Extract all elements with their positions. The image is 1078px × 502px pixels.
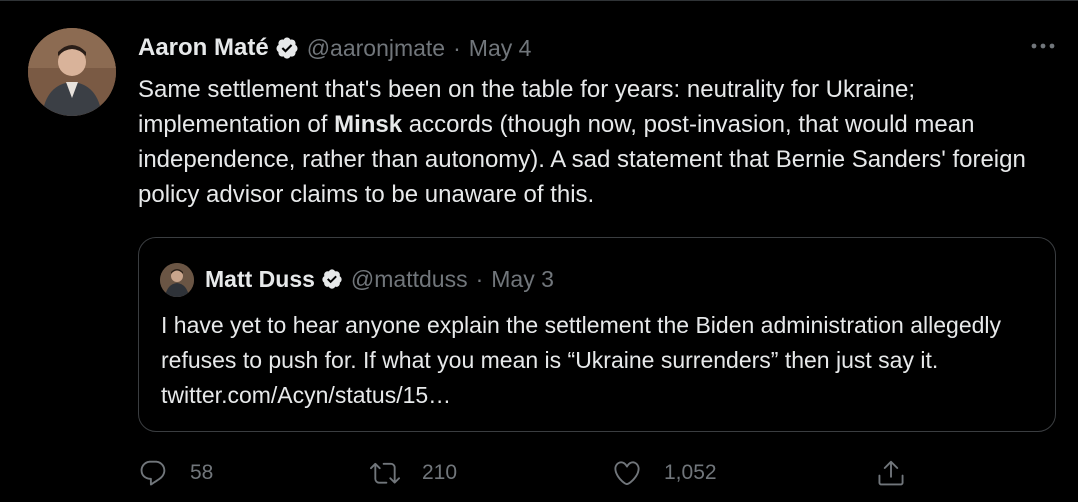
share-icon (878, 460, 904, 486)
quoted-text: I have yet to hear anyone explain the se… (161, 312, 1002, 408)
share-button[interactable] (876, 458, 906, 488)
tweet[interactable]: Aaron Maté @aaronjmate · May 4 Same sett… (0, 0, 1078, 502)
reply-count: 58 (190, 461, 214, 484)
more-icon[interactable] (1028, 34, 1058, 58)
verified-badge-icon (276, 37, 298, 59)
quoted-date[interactable]: May 3 (491, 266, 554, 293)
separator-dot: · (475, 265, 484, 292)
separator-dot: · (453, 34, 461, 61)
like-icon (614, 461, 640, 486)
retweet-button[interactable]: 210 (370, 458, 457, 488)
avatar[interactable] (28, 28, 116, 116)
quoted-avatar-image (160, 263, 194, 297)
retweet-count: 210 (422, 461, 458, 484)
like-button[interactable]: 1,052 (612, 458, 717, 488)
quoted-avatar[interactable] (160, 263, 194, 297)
reply-button[interactable]: 58 (138, 458, 213, 488)
quoted-tweet[interactable]: Matt Duss @mattduss · May 3 I have yet t… (138, 237, 1056, 432)
quoted-author-handle[interactable]: @mattduss (351, 266, 468, 293)
tweet-date[interactable]: May 4 (469, 35, 532, 62)
retweet-icon (370, 462, 400, 484)
action-bar: 58 210 1,052 (0, 458, 1078, 494)
avatar-image (28, 28, 116, 116)
author-handle[interactable]: @aaronjmate (307, 35, 445, 62)
tweet-header: Aaron Maté @aaronjmate · May 4 (138, 30, 531, 66)
verified-badge-icon (322, 269, 342, 289)
quoted-author-name[interactable]: Matt Duss (205, 266, 315, 293)
tweet-text: Same settlement that's been on the table… (138, 72, 1058, 212)
author-name[interactable]: Aaron Maté (138, 34, 269, 62)
tweet-text-bold: Minsk (334, 111, 403, 138)
quoted-header: Matt Duss @mattduss · May 3 (205, 262, 554, 296)
reply-icon (140, 460, 166, 486)
like-count: 1,052 (664, 461, 717, 484)
